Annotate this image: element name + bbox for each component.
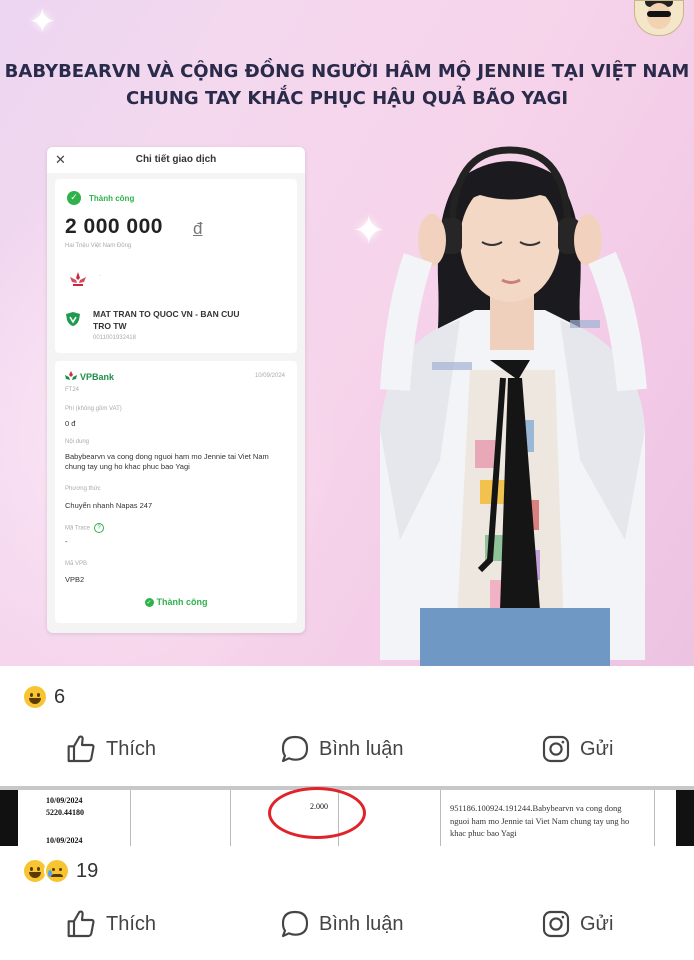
method-label: Phương thức bbox=[65, 486, 101, 492]
amount-in-words: Hai Triệu Việt Nam Đồng bbox=[65, 243, 132, 249]
vpbank-logo: VPBank bbox=[65, 371, 114, 382]
statement-date: 10/09/2024 bbox=[46, 796, 83, 805]
transfer-summary: ✓ Thành công 2 000 000 đ Hai Triệu Việt … bbox=[55, 179, 297, 353]
action-bar-2: Thích Bình luận Gửi bbox=[0, 908, 694, 948]
post-image[interactable]: ✦ ✦ BABYBEARVN VÀ CỘNG ĐỒNG NGƯỜI HÂM MỘ… bbox=[0, 0, 694, 666]
avatar[interactable] bbox=[634, 0, 684, 36]
method-value: Chuyển nhanh Napas 247 bbox=[65, 501, 153, 510]
fee-value: 0 đ bbox=[65, 419, 76, 428]
content-label: Nội dung bbox=[65, 439, 90, 445]
thumbs-up-icon bbox=[67, 910, 95, 938]
haha-reaction-icon bbox=[22, 684, 48, 710]
status-row: ✓ Thành công bbox=[67, 191, 134, 205]
sender-bank-logo-icon bbox=[70, 272, 86, 286]
thumbs-up-icon bbox=[67, 735, 95, 763]
vpb-value: VPB2 bbox=[65, 575, 85, 584]
comment-icon bbox=[281, 735, 309, 763]
comment-button-2[interactable]: Bình luận bbox=[279, 908, 404, 940]
receipt-header: ✕ Chi tiết giao dịch bbox=[47, 147, 305, 173]
shield-icon bbox=[66, 312, 80, 326]
receipt-title: Chi tiết giao dịch bbox=[135, 154, 217, 165]
sad-reaction-icon bbox=[44, 858, 70, 884]
amount-value: 2 000 000 bbox=[65, 215, 163, 238]
ft-code: FT24 bbox=[65, 387, 80, 393]
statement-ref: 5220.44180 bbox=[46, 808, 84, 817]
highlight-circle bbox=[268, 787, 366, 839]
recipient-account: 0011001932418 bbox=[93, 335, 136, 341]
post-headline: BABYBEARVN VÀ CỘNG ĐỒNG NGƯỜI HÂM MỘ JEN… bbox=[4, 61, 690, 109]
instagram-icon bbox=[542, 735, 570, 763]
statement-date-next: 10/09/2024 bbox=[46, 836, 83, 845]
comment-icon bbox=[281, 910, 309, 938]
fee-label: Phí (không gồm VAT) bbox=[65, 406, 122, 412]
instagram-icon bbox=[542, 910, 570, 938]
woman-photo bbox=[380, 146, 647, 666]
comment-button[interactable]: Bình luận bbox=[279, 733, 404, 765]
share-button[interactable]: Gửi bbox=[540, 733, 613, 765]
transaction-date: 10/09/2024 bbox=[254, 373, 285, 379]
trace-value: - bbox=[65, 537, 68, 546]
reaction-count-2: 19 bbox=[76, 859, 99, 882]
transaction-receipt: ✕ Chi tiết giao dịch ✓ Thành công 2 000 … bbox=[47, 147, 305, 633]
content-value: Babybearvn va cong dong nguoi ham mo Jen… bbox=[65, 452, 269, 471]
reaction-summary[interactable]: 6 bbox=[22, 684, 65, 710]
check-icon: ✓ bbox=[67, 191, 81, 205]
share-button-2[interactable]: Gửi bbox=[540, 908, 613, 940]
like-button-2[interactable]: Thích bbox=[66, 908, 156, 940]
sender-name: · bbox=[99, 273, 101, 279]
check-icon: ✓ bbox=[144, 598, 154, 607]
sparkle-icon: ✦ bbox=[28, 2, 57, 42]
statement-description: 951186.100924.191244.Babybearvn va cong … bbox=[450, 803, 630, 838]
footer-status: ✓ Thành công bbox=[144, 596, 208, 607]
vpbank-logo-icon bbox=[65, 371, 77, 380]
trace-label: Mã Trace? bbox=[65, 523, 105, 533]
status-text: Thành công bbox=[89, 193, 135, 203]
reaction-count: 6 bbox=[54, 685, 66, 708]
transaction-details: VPBank 10/09/2024 FT24 Phí (không gồm VA… bbox=[55, 361, 297, 623]
recipient-name: MAT TRAN TO QUOC VN - BAN CUU TRO TW bbox=[93, 309, 240, 331]
action-bar: Thích Bình luận Gửi bbox=[0, 733, 694, 773]
like-button[interactable]: Thích bbox=[66, 733, 156, 765]
reaction-summary-2[interactable]: 19 bbox=[22, 858, 98, 884]
vpb-label: Mã VPB bbox=[65, 561, 88, 567]
info-icon[interactable]: ? bbox=[94, 523, 105, 533]
currency-symbol: đ bbox=[193, 219, 203, 238]
